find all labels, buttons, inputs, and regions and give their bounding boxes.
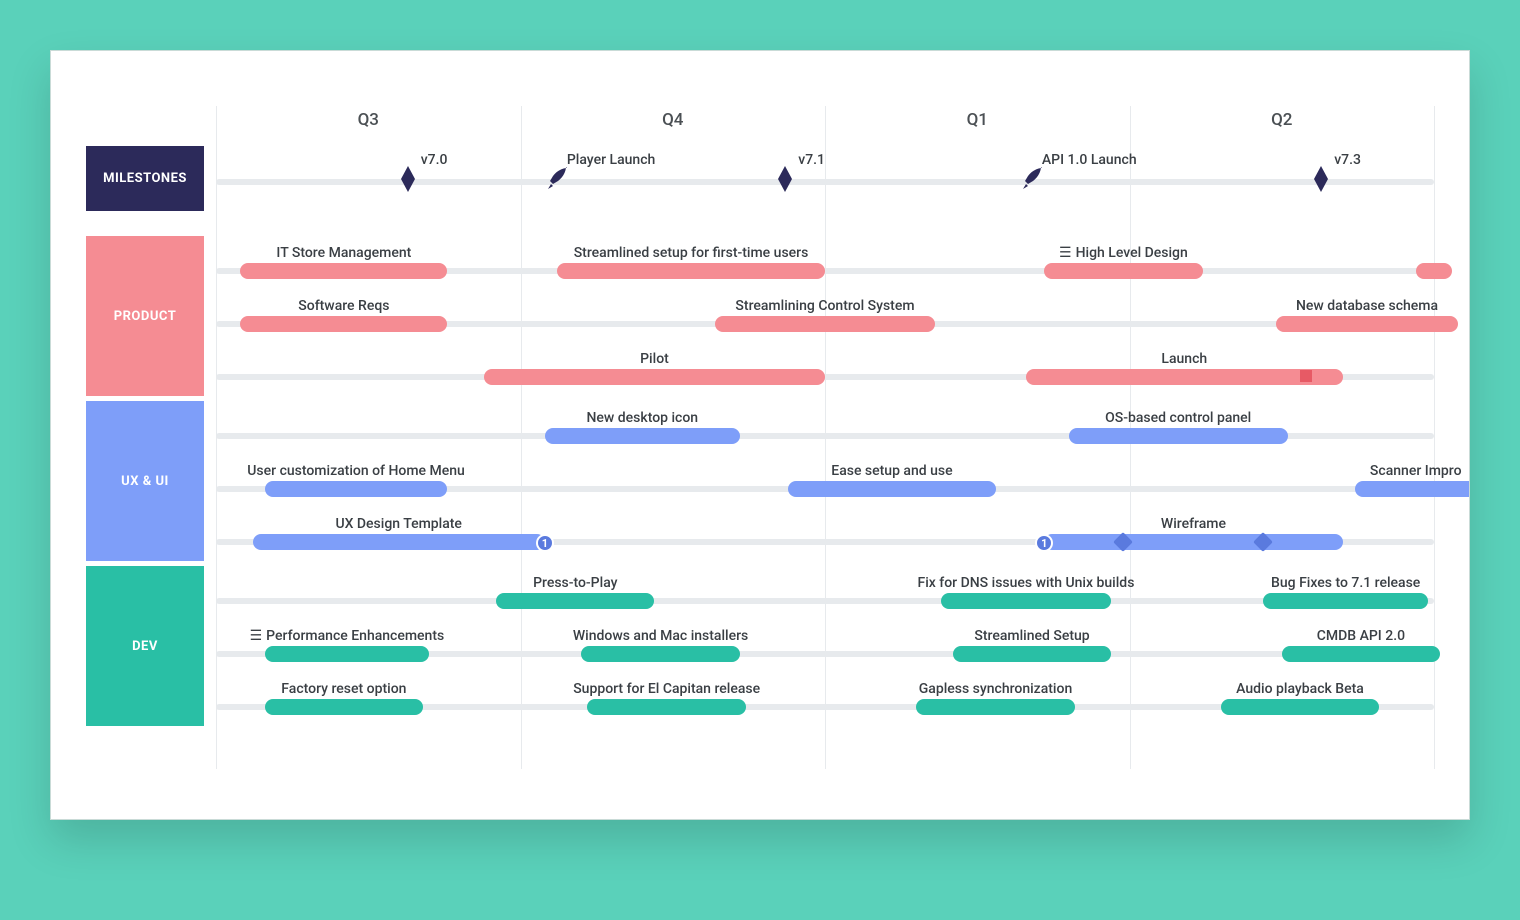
gantt-bar[interactable]: Press-to-Play	[496, 593, 654, 609]
gantt-bar-label: Windows and Mac installers	[573, 628, 748, 644]
gantt-row: Press-to-Play Fix for DNS issues with Uni…	[216, 566, 1434, 618]
gantt-bar[interactable]: Software Reqs	[240, 316, 447, 332]
gantt-row: User customization of Home Menu Ease setu…	[216, 454, 1434, 506]
gantt-bar-label: Software Reqs	[298, 298, 389, 314]
gantt-bar[interactable]: Audio playback Beta	[1221, 699, 1379, 715]
gantt-row: Factory reset option Support for El Capit…	[216, 672, 1434, 724]
gantt-row: New desktop icon OS-based control panel	[216, 401, 1434, 453]
gantt-bar[interactable]: UX Design Template	[253, 534, 545, 550]
gantt-bar-label: UX Design Template	[335, 516, 462, 532]
gantt-bar-label: Support for El Capitan release	[573, 681, 760, 697]
milestone-label: Player Launch	[567, 152, 655, 168]
gantt-bar-label: Press-to-Play	[533, 575, 617, 591]
gantt-bar-label: Bug Fixes to 7.1 release	[1271, 575, 1420, 591]
rocket-icon	[545, 166, 571, 192]
gantt-row: ☰Performance Enhancements Windows and Mac…	[216, 619, 1434, 671]
lane-label-milestones: MILESTONES	[86, 146, 204, 211]
gantt-bar-label: New database schema	[1296, 298, 1438, 314]
gantt-bar[interactable]: Streamlined setup for first-time users	[557, 263, 825, 279]
gantt-bar[interactable]: Wireframe	[1044, 534, 1342, 550]
gantt-bar-label: Factory reset option	[281, 681, 406, 697]
gantt-bar[interactable]: Streamlined Setup	[953, 646, 1111, 662]
quarter-label: Q1	[967, 110, 988, 130]
gantt-bar-label: Scanner Impro	[1370, 463, 1462, 479]
lane-label-dev: DEV	[86, 566, 204, 726]
gantt-bar[interactable]: CMDB API 2.0	[1282, 646, 1440, 662]
gantt-bar[interactable]: Pilot	[484, 369, 825, 385]
gantt-bar-label: Pilot	[640, 351, 669, 367]
gantt-bar-label: Fix for DNS issues with Unix builds	[918, 575, 1135, 591]
time-area[interactable]: Q3 Q4 Q1 Q2 v7.0 Player Launch v7.1 API 1.0 Lau…	[216, 106, 1434, 769]
quarter-label: Q4	[662, 110, 683, 130]
link-badge[interactable]: 1	[1035, 534, 1053, 552]
gantt-bar-label: IT Store Management	[276, 245, 411, 261]
gantt-bar[interactable]: Factory reset option	[265, 699, 423, 715]
gantt-bar-label: Gapless synchronization	[919, 681, 1072, 697]
link-badge[interactable]: 1	[536, 534, 554, 552]
gantt-bar[interactable]: Gapless synchronization	[916, 699, 1074, 715]
milestone-label: v7.1	[798, 152, 825, 168]
milestone-label: API 1.0 Launch	[1042, 152, 1137, 168]
milestone-label: v7.3	[1334, 152, 1361, 168]
gantt-bar[interactable]: Fix for DNS issues with Unix builds	[941, 593, 1112, 609]
row-track	[216, 598, 1434, 604]
gantt-bar[interactable]: Support for El Capitan release	[587, 699, 745, 715]
lane-label-uxui: UX & UI	[86, 401, 204, 561]
gantt-bar[interactable]: Bug Fixes to 7.1 release	[1263, 593, 1427, 609]
gantt-bar[interactable]: Ease setup and use	[788, 481, 995, 497]
roadmap-chart: MILESTONES PRODUCT UX & UI DEV Q3 Q4 Q1 Q2 v…	[86, 106, 1434, 769]
rocket-icon	[1020, 166, 1046, 192]
gantt-bar-label: New desktop icon	[586, 410, 698, 426]
gantt-bar[interactable]: User customization of Home Menu	[265, 481, 448, 497]
gantt-bar-label: CMDB API 2.0	[1317, 628, 1405, 644]
gantt-bar-label: Ease setup and use	[831, 463, 952, 479]
gantt-bar[interactable]: Scanner Impro	[1355, 481, 1470, 497]
milestone-label: v7.0	[421, 152, 448, 168]
lane-label-product: PRODUCT	[86, 236, 204, 396]
gantt-bar-label: Streamlined Setup	[974, 628, 1089, 644]
gantt-bar[interactable]: Streamlining Control System	[715, 316, 934, 332]
gantt-bar-label: User customization of Home Menu	[247, 463, 465, 479]
gantt-bar[interactable]	[1416, 263, 1453, 279]
gantt-row: Pilot Launch	[216, 342, 1434, 394]
gantt-bar-label: Streamlining Control System	[735, 298, 914, 314]
diamond-icon	[776, 166, 794, 192]
filter-icon: ☰	[1059, 245, 1072, 261]
gantt-bar[interactable]: Windows and Mac installers	[581, 646, 739, 662]
diamond-icon	[399, 166, 417, 192]
gantt-bar[interactable]: Launch	[1026, 369, 1343, 385]
flag-icon	[1300, 370, 1312, 382]
gantt-bar-label: ☰Performance Enhancements	[250, 628, 445, 644]
gantt-bar[interactable]: OS-based control panel	[1069, 428, 1288, 444]
gantt-bar-label: ☰High Level Design	[1059, 245, 1188, 261]
gantt-bar[interactable]: ☰Performance Enhancements	[265, 646, 429, 662]
quarter-label: Q3	[358, 110, 379, 130]
gantt-bar-label: Launch	[1161, 351, 1207, 367]
gantt-bar[interactable]: IT Store Management	[240, 263, 447, 279]
gantt-bar-label: OS-based control panel	[1105, 410, 1251, 426]
quarter-label: Q2	[1271, 110, 1292, 130]
roadmap-panel: MILESTONES PRODUCT UX & UI DEV Q3 Q4 Q1 Q2 v…	[50, 50, 1470, 820]
gantt-row: UX Design Template1Wireframe1	[216, 507, 1434, 559]
gantt-bar-label: Audio playback Beta	[1236, 681, 1364, 697]
gantt-bar[interactable]: New desktop icon	[545, 428, 740, 444]
gantt-row: IT Store Management Streamlined setup for…	[216, 236, 1434, 288]
filter-icon: ☰	[250, 628, 263, 644]
gantt-bar-label: Wireframe	[1161, 516, 1226, 532]
gantt-row: Software Reqs Streamlining Control System…	[216, 289, 1434, 341]
gantt-bar-label: Streamlined setup for first-time users	[574, 245, 809, 261]
gantt-bar[interactable]: New database schema	[1276, 316, 1459, 332]
gridline	[1434, 106, 1435, 769]
gantt-bar[interactable]: ☰High Level Design	[1044, 263, 1202, 279]
diamond-icon	[1312, 166, 1330, 192]
